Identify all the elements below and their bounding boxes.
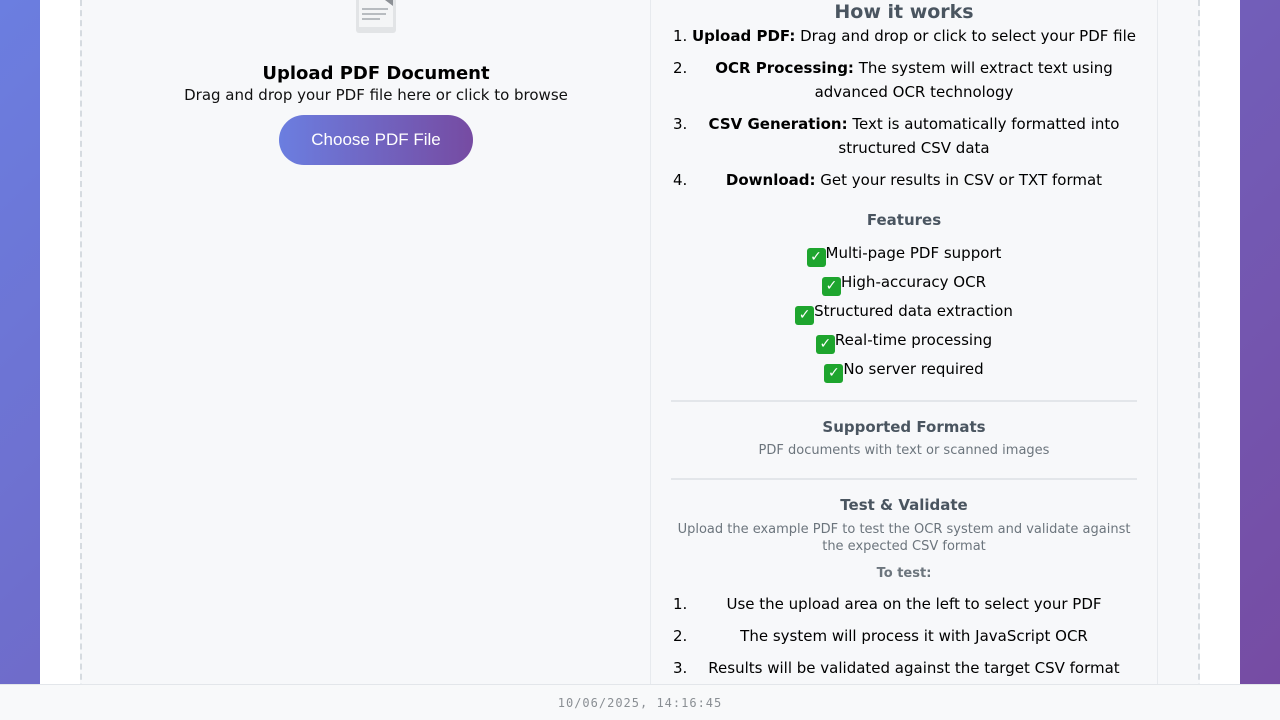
step-item: 3. CSV Generation: Text is automatically …	[673, 115, 1120, 157]
feature-item: ✓ No server required	[671, 356, 1137, 385]
checkmark-icon: ✓	[795, 306, 815, 325]
divider	[671, 478, 1137, 480]
upload-title: Upload PDF Document	[262, 63, 490, 84]
checkmark-icon: ✓	[824, 364, 844, 383]
checkmark-icon: ✓	[821, 277, 841, 296]
feature-item: ✓ Multi-page PDF support	[671, 240, 1137, 269]
step-item: 2. OCR Processing: The system will extrac…	[673, 59, 1113, 101]
test-step-item: 3. Results will be validated against the …	[673, 659, 1120, 677]
document-icon	[356, 0, 396, 33]
supported-formats-title: Supported Formats	[822, 418, 986, 436]
features-title: Features	[866, 211, 942, 229]
how-it-works-steps: 1. Upload PDF: Drag and drop or click to …	[671, 24, 1137, 200]
test-validate-title: Test & Validate	[840, 496, 968, 514]
features-list: ✓ Multi-page PDF support ✓ High-accuracy O…	[671, 240, 1137, 385]
choose-pdf-button[interactable]: Choose PDF File	[279, 115, 473, 165]
info-column: How it works 1. Upload PDF: Drag and drop…	[671, 0, 1137, 684]
divider	[671, 400, 1137, 402]
step-item: 4. Download: Get your results in CSV or T…	[673, 171, 1103, 189]
how-it-works-title: How it works	[834, 1, 974, 23]
status-bar: 10/06/2025, 14:16:45	[0, 684, 1280, 720]
feature-item: ✓ Real-time processing	[671, 327, 1137, 356]
test-validate-text: Upload the example PDF to test the OCR s…	[677, 522, 1131, 554]
upload-subtitle: Drag and drop your PDF file here or clic…	[184, 86, 568, 104]
status-timestamp: 10/06/2025, 14:16:45	[557, 696, 723, 710]
supported-formats-text: PDF documents with text or scanned image…	[758, 443, 1050, 458]
checkmark-icon: ✓	[806, 248, 826, 267]
test-steps: 1. Use the upload area on the left to sel…	[671, 592, 1137, 684]
to-test-label: To test:	[876, 566, 932, 581]
upload-column[interactable]: Upload PDF Document Drag and drop your P…	[82, 0, 650, 720]
feature-item: ✓ Structured data extraction	[671, 298, 1137, 327]
test-step-item: 1. Use the upload area on the left to sel…	[673, 595, 1102, 613]
test-step-item: 2. The system will process it with JavaSc…	[673, 627, 1088, 645]
checkmark-icon: ✓	[815, 335, 835, 354]
step-item: 1. Upload PDF: Drag and drop or click to …	[673, 27, 1136, 45]
feature-item: ✓ High-accuracy OCR	[671, 269, 1137, 298]
